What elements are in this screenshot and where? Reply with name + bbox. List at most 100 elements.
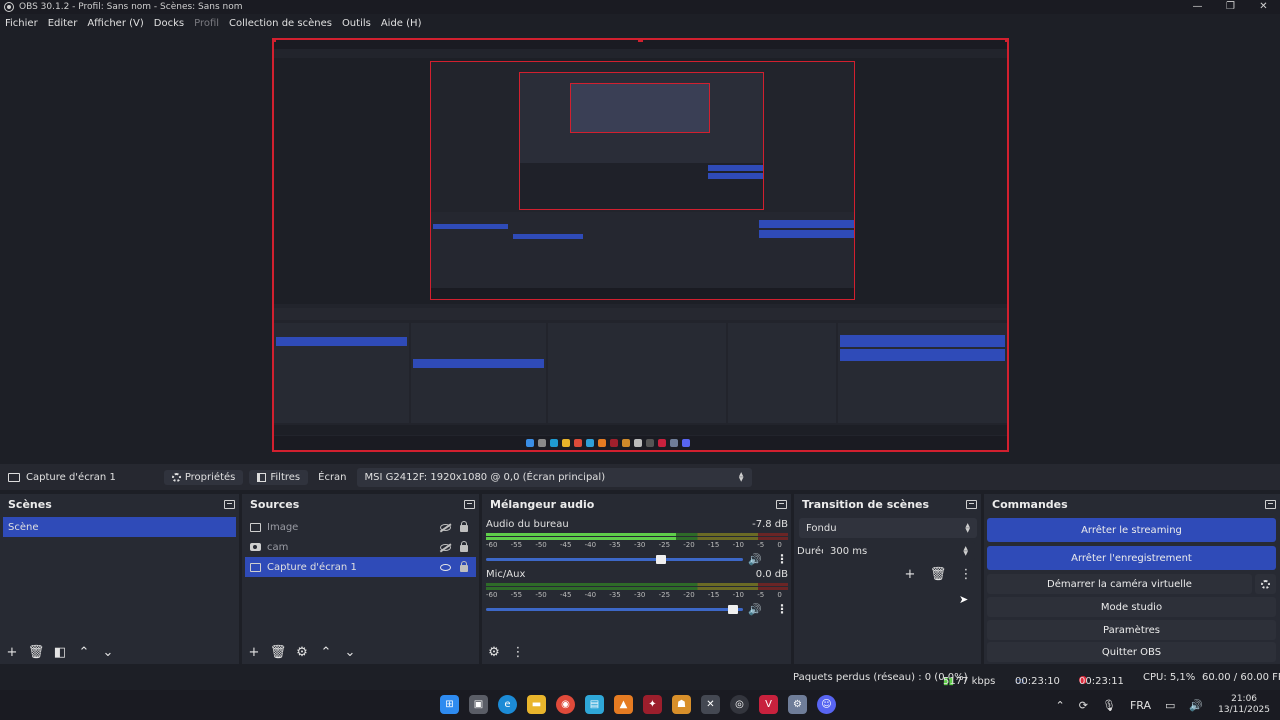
filters-button[interactable]: Filtres (249, 469, 309, 485)
store-icon[interactable]: ▤ (585, 695, 604, 714)
maximize-icon[interactable]: ❐ (1214, 0, 1247, 14)
source-item-tools (440, 561, 468, 572)
screen-select[interactable]: MSI G2412F: 1920x1080 @ 0,0 (Écran princ… (356, 467, 752, 487)
volume-slider-knob[interactable] (728, 604, 738, 614)
language-indicator[interactable]: FRA (1130, 699, 1151, 712)
transition-menu-icon[interactable]: ⋮ (958, 566, 974, 582)
recursive-capture-deep (570, 83, 710, 133)
menu-profil[interactable]: Profil (189, 18, 224, 29)
tick-label: -25 (658, 591, 671, 599)
recursive-selection (433, 224, 508, 229)
transition-dock: Transition de scènes Fondu ▲ ▼ Durée 300 … (794, 494, 981, 664)
eye-hidden-icon[interactable] (440, 523, 451, 531)
close-icon[interactable]: ✕ (1247, 0, 1280, 14)
volume-icon[interactable]: 🔊 (1189, 699, 1203, 712)
virtual-camera-button[interactable]: Démarrer la caméra virtuelle (987, 574, 1252, 594)
chrome-icon[interactable]: ◉ (556, 695, 575, 714)
duration-spinbox[interactable]: 300 ms ▲ ▼ (823, 541, 975, 561)
task-view-icon[interactable]: ▣ (469, 695, 488, 714)
source-item-label: Capture d'écran 1 (267, 561, 357, 573)
quit-button[interactable]: Quitter OBS (987, 642, 1276, 662)
menu-fichier[interactable]: Fichier (0, 18, 43, 29)
screen-capture-source[interactable] (272, 38, 1009, 452)
tools-icon[interactable]: ✕ (701, 695, 720, 714)
eye-icon[interactable] (440, 563, 451, 571)
source-item[interactable]: Image (245, 517, 476, 537)
resize-handle[interactable] (274, 40, 276, 42)
obs-icon[interactable]: ◎ (730, 695, 749, 714)
lock-icon[interactable] (460, 521, 468, 532)
undock-icon[interactable] (1265, 499, 1276, 509)
preview-canvas[interactable] (0, 32, 1280, 462)
volume-slider-knob[interactable] (655, 554, 666, 564)
undock-icon[interactable] (224, 499, 235, 509)
source-item[interactable]: Capture d'écran 1 (245, 557, 476, 577)
tick-label: -60 (486, 541, 498, 549)
speaker-icon[interactable]: 🔊 (748, 553, 762, 566)
settings-label: Paramètres (1102, 624, 1161, 636)
lock-icon[interactable] (460, 561, 468, 572)
remove-transition-button[interactable]: 🗑 (930, 566, 947, 582)
volume-slider[interactable] (486, 604, 744, 614)
vlc-icon[interactable]: ▲ (614, 695, 633, 714)
transition-type-select[interactable]: Fondu ▲ ▼ (799, 518, 977, 538)
undock-icon[interactable] (464, 499, 475, 509)
menu-editer[interactable]: Editer (43, 18, 83, 29)
lock-icon[interactable] (460, 541, 468, 552)
undock-icon[interactable] (776, 499, 787, 509)
stop-recording-button[interactable]: Arrêter l'enregistrement (987, 546, 1276, 570)
settings-icon[interactable]: ⚙ (788, 695, 807, 714)
edge-icon[interactable]: e (498, 695, 517, 714)
add-transition-button[interactable]: + (902, 566, 918, 582)
mixer-menu-icon[interactable]: ⋮ (510, 644, 526, 660)
add-source-button[interactable]: + (246, 644, 262, 660)
add-scene-button[interactable]: + (4, 644, 20, 660)
recursive-button (708, 165, 763, 171)
remove-source-button[interactable]: 🗑 (270, 644, 287, 660)
app-icon[interactable]: ☗ (672, 695, 691, 714)
tick-label: -55 (510, 591, 523, 599)
filter-icon (257, 472, 267, 482)
clock[interactable]: 21:06 13/11/2025 (1218, 694, 1270, 716)
menu-afficher[interactable]: Afficher (V) (82, 18, 148, 29)
chevron-up-icon[interactable]: ⌃ (1056, 699, 1065, 712)
resize-handle[interactable] (1005, 40, 1007, 42)
speaker-icon[interactable]: 🔊 (748, 603, 762, 616)
menu-collection[interactable]: Collection de scènes (224, 18, 337, 29)
move-down-button[interactable]: ⌄ (100, 644, 116, 660)
menu-outils[interactable]: Outils (337, 18, 376, 29)
eye-hidden-icon[interactable] (440, 543, 451, 551)
stop-streaming-button[interactable]: Arrêter le streaming (987, 518, 1276, 542)
remove-scene-button[interactable]: 🗑 (28, 644, 45, 660)
network-icon[interactable]: ▭ (1165, 699, 1175, 712)
source-properties-button[interactable]: ⚙ (294, 644, 310, 660)
advanced-audio-button[interactable]: ⚙ (486, 644, 502, 660)
game-icon[interactable]: ✦ (643, 695, 662, 714)
microphone-icon[interactable]: 🎙 (1102, 699, 1116, 712)
captured-sources-dock (411, 323, 546, 423)
channel-menu-icon[interactable]: ⋮ (776, 602, 788, 616)
menu-docks[interactable]: Docks (149, 18, 189, 29)
move-up-button[interactable]: ⌃ (318, 644, 334, 660)
source-item[interactable]: cam (245, 537, 476, 557)
virtual-camera-settings-button[interactable] (1255, 574, 1276, 594)
move-down-button[interactable]: ⌄ (342, 644, 358, 660)
scene-filters-button[interactable]: ◧ (52, 644, 68, 660)
settings-button[interactable]: Paramètres (987, 620, 1276, 640)
properties-button[interactable]: Propriétés (163, 469, 244, 485)
volume-slider[interactable] (486, 554, 744, 564)
start-icon[interactable]: ⊞ (440, 695, 459, 714)
resize-handle[interactable] (638, 40, 643, 42)
sync-icon[interactable]: ⟳ (1079, 699, 1088, 712)
channel-menu-icon[interactable]: ⋮ (776, 552, 788, 566)
sources-title: Sources (250, 497, 300, 511)
app-icon[interactable]: V (759, 695, 778, 714)
minimize-icon[interactable]: — (1181, 0, 1214, 14)
scene-item[interactable]: Scène (3, 517, 236, 537)
studio-mode-button[interactable]: Mode studio (987, 597, 1276, 617)
move-up-button[interactable]: ⌃ (76, 644, 92, 660)
undock-icon[interactable] (966, 499, 977, 509)
menu-aide[interactable]: Aide (H) (376, 18, 427, 29)
folder-icon[interactable]: ▬ (527, 695, 546, 714)
discord-icon[interactable]: ☺ (817, 695, 836, 714)
